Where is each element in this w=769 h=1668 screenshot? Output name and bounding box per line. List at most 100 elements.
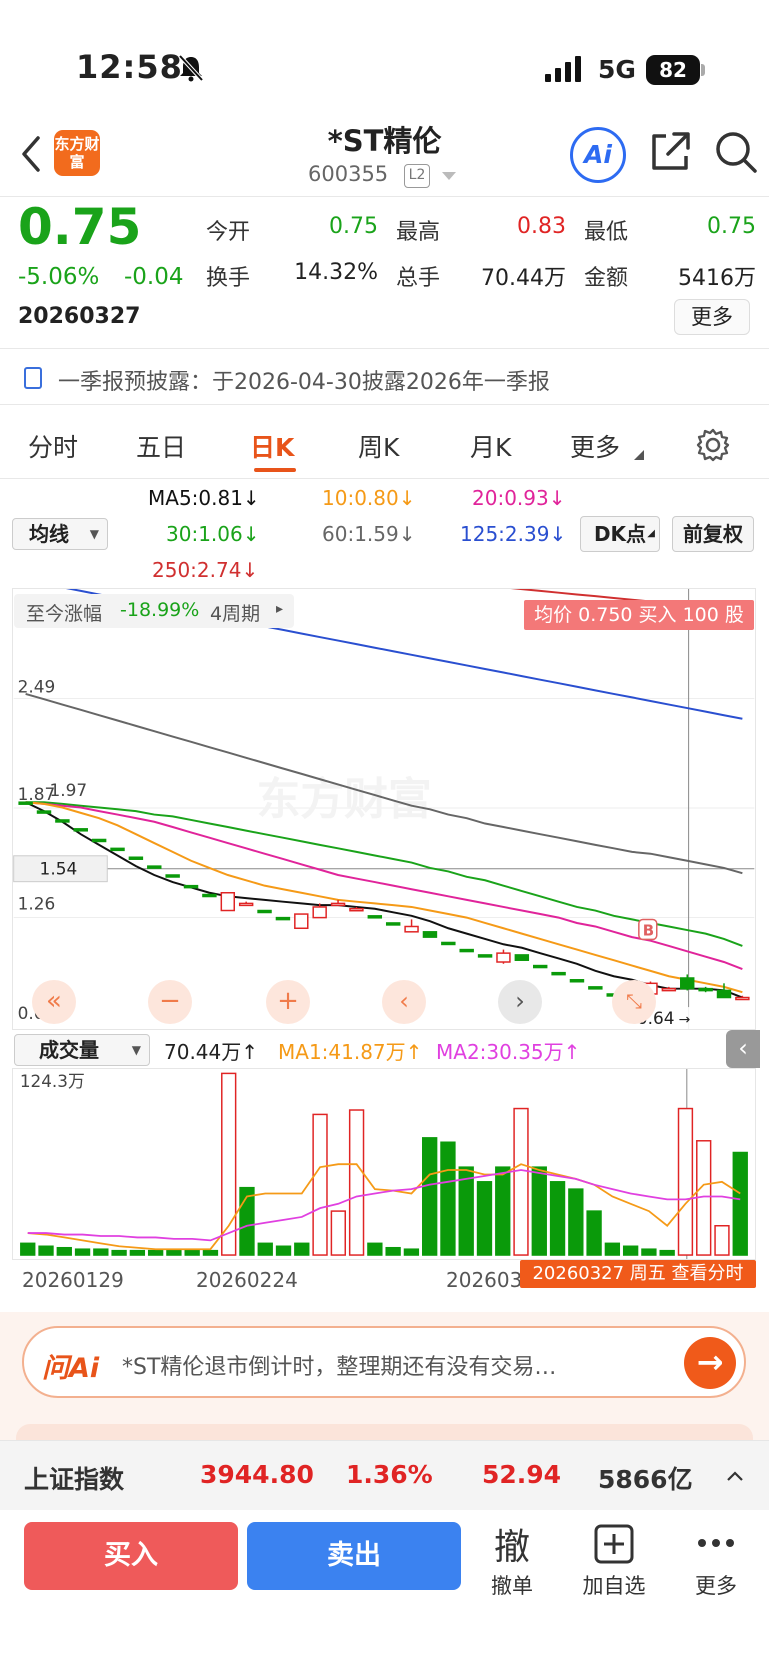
more-dots-icon[interactable] bbox=[696, 1536, 736, 1550]
collapse-panel-button[interactable]: ‹ bbox=[726, 1030, 760, 1068]
zoom-in-button[interactable]: + bbox=[266, 980, 310, 1024]
tab-five-day[interactable]: 五日 bbox=[136, 428, 186, 464]
candle-body bbox=[220, 892, 236, 912]
volume-bar bbox=[348, 1109, 365, 1256]
candle-body bbox=[257, 909, 272, 914]
candle bbox=[294, 913, 309, 930]
x-date-label: 20260129 bbox=[22, 1268, 124, 1292]
price-label: 2.49 bbox=[18, 677, 56, 697]
chevron-up-icon[interactable] bbox=[726, 1470, 744, 1482]
buy-button[interactable]: 买入 bbox=[24, 1522, 238, 1590]
arrow-right-icon: → bbox=[696, 1343, 724, 1381]
candle-body bbox=[238, 902, 254, 907]
ma-select-label: 均线 bbox=[29, 522, 69, 546]
candle bbox=[422, 931, 438, 938]
more-quote-button[interactable]: 更多 bbox=[674, 299, 750, 335]
ma60-legend: 60:1.59↓ bbox=[322, 522, 416, 546]
candle-body bbox=[73, 828, 88, 832]
ma-type-select[interactable]: 均线 ▼ bbox=[12, 518, 108, 550]
cancel-order-icon[interactable]: 撤 bbox=[472, 1518, 552, 1570]
candle-body bbox=[422, 931, 438, 938]
scroll-right-button[interactable]: › bbox=[498, 980, 542, 1024]
volume-bar bbox=[221, 1072, 237, 1256]
sell-button[interactable]: 卖出 bbox=[247, 1522, 461, 1590]
kline-chart[interactable]: 东方财富 2.49 1.97 1.87 1.26 0.64 1.54 0.64 … bbox=[12, 588, 756, 1030]
candle bbox=[680, 974, 695, 991]
candle-body bbox=[110, 847, 125, 852]
volume-bar bbox=[330, 1210, 346, 1256]
candle-body bbox=[128, 856, 144, 860]
candle bbox=[514, 954, 530, 961]
tab-daily-k[interactable]: 日K bbox=[250, 428, 294, 464]
ask-ai-submit-button[interactable]: → bbox=[684, 1337, 736, 1389]
cancel-order-label[interactable]: 撤单 bbox=[472, 1570, 552, 1600]
battery-cap bbox=[701, 64, 705, 76]
candle-body bbox=[294, 913, 309, 930]
stat-value: 0.83 bbox=[517, 214, 566, 239]
bell-muted-icon bbox=[178, 54, 204, 82]
dropdown-arrow-icon[interactable] bbox=[442, 172, 456, 182]
stat-value: 0.75 bbox=[707, 214, 756, 239]
index-value: 3944.80 bbox=[200, 1460, 314, 1489]
candle bbox=[496, 949, 511, 964]
candle-body bbox=[147, 865, 162, 869]
tab-intraday[interactable]: 分时 bbox=[28, 428, 78, 464]
view-intraday-tag[interactable]: 20260327 周五 查看分时 bbox=[520, 1260, 756, 1288]
add-watchlist-label[interactable]: 加自选 bbox=[574, 1570, 654, 1600]
ma10-line bbox=[25, 801, 743, 994]
report-notice[interactable]: 一季报预披露：于2026-04-30披露2026年一季报 bbox=[58, 364, 550, 396]
tab-more[interactable]: 更多 bbox=[570, 428, 620, 464]
candle bbox=[588, 986, 603, 990]
volume-bar bbox=[732, 1151, 748, 1256]
search-icon[interactable] bbox=[714, 130, 758, 174]
stat-label: 总手 bbox=[396, 266, 441, 291]
ma30-legend: 30:1.06↓ bbox=[166, 522, 260, 546]
chevron-left-icon: ‹ bbox=[399, 987, 409, 1015]
ai-card-edge bbox=[16, 1424, 753, 1440]
minus-icon: − bbox=[159, 986, 181, 1016]
candle-body bbox=[55, 819, 70, 823]
more-actions-label[interactable]: 更多 bbox=[676, 1570, 756, 1600]
add-watchlist-icon[interactable] bbox=[594, 1524, 634, 1564]
volume-bar bbox=[677, 1107, 694, 1256]
dk-point-button[interactable]: DK点 ◢ bbox=[580, 516, 660, 552]
volume-bar bbox=[714, 1225, 730, 1256]
stat-label: 今开 bbox=[206, 220, 251, 245]
settings-gear-icon[interactable] bbox=[696, 428, 730, 462]
range-change-panel[interactable]: 至今涨幅 -18.99% 4周期 ▸ bbox=[14, 594, 294, 628]
volume-bar bbox=[422, 1137, 438, 1256]
quote-divider bbox=[0, 348, 769, 349]
expand-icon: ⤡ bbox=[626, 989, 642, 1013]
corner-triangle-icon bbox=[634, 450, 644, 460]
candle-body bbox=[532, 964, 548, 969]
ask-ai-prompt[interactable]: *ST精伦退市倒计时，整理期还有没有交易… bbox=[122, 1349, 556, 1381]
level2-badge[interactable]: L2 bbox=[404, 164, 430, 188]
share-icon[interactable] bbox=[650, 130, 690, 172]
corner-triangle-icon: ◢ bbox=[647, 528, 655, 539]
double-chevron-left-icon: « bbox=[46, 986, 62, 1016]
x-date-label: 202603 bbox=[446, 1268, 523, 1292]
indicator-select[interactable]: 成交量 ▼ bbox=[14, 1034, 150, 1066]
volume-bar bbox=[385, 1246, 401, 1256]
ma10-legend: 10:0.80↓ bbox=[322, 486, 416, 510]
stat-value: 70.44万 bbox=[481, 266, 566, 291]
ai-assistant-button[interactable]: Ai bbox=[570, 127, 626, 183]
candle-body bbox=[183, 884, 199, 889]
volume-bar bbox=[476, 1181, 493, 1256]
tab-monthly-k[interactable]: 月K bbox=[470, 428, 511, 464]
volume-bar bbox=[604, 1242, 621, 1256]
volume-bar bbox=[367, 1242, 383, 1256]
volume-bar bbox=[403, 1248, 420, 1256]
volume-chart[interactable]: 124.3万 bbox=[12, 1068, 756, 1260]
fullscreen-button[interactable]: ⤡ bbox=[612, 980, 656, 1024]
volume-bar bbox=[440, 1141, 456, 1256]
stat-label: 金额 bbox=[584, 266, 629, 291]
tab-weekly-k[interactable]: 周K bbox=[358, 428, 399, 464]
zoom-out-button[interactable]: − bbox=[148, 980, 192, 1024]
scroll-start-button[interactable]: « bbox=[32, 980, 76, 1024]
scroll-left-button[interactable]: ‹ bbox=[382, 980, 426, 1024]
candle-body bbox=[680, 977, 695, 990]
candle bbox=[551, 971, 566, 976]
candle-body bbox=[459, 948, 474, 953]
adjust-price-button[interactable]: 前复权 bbox=[672, 516, 754, 552]
